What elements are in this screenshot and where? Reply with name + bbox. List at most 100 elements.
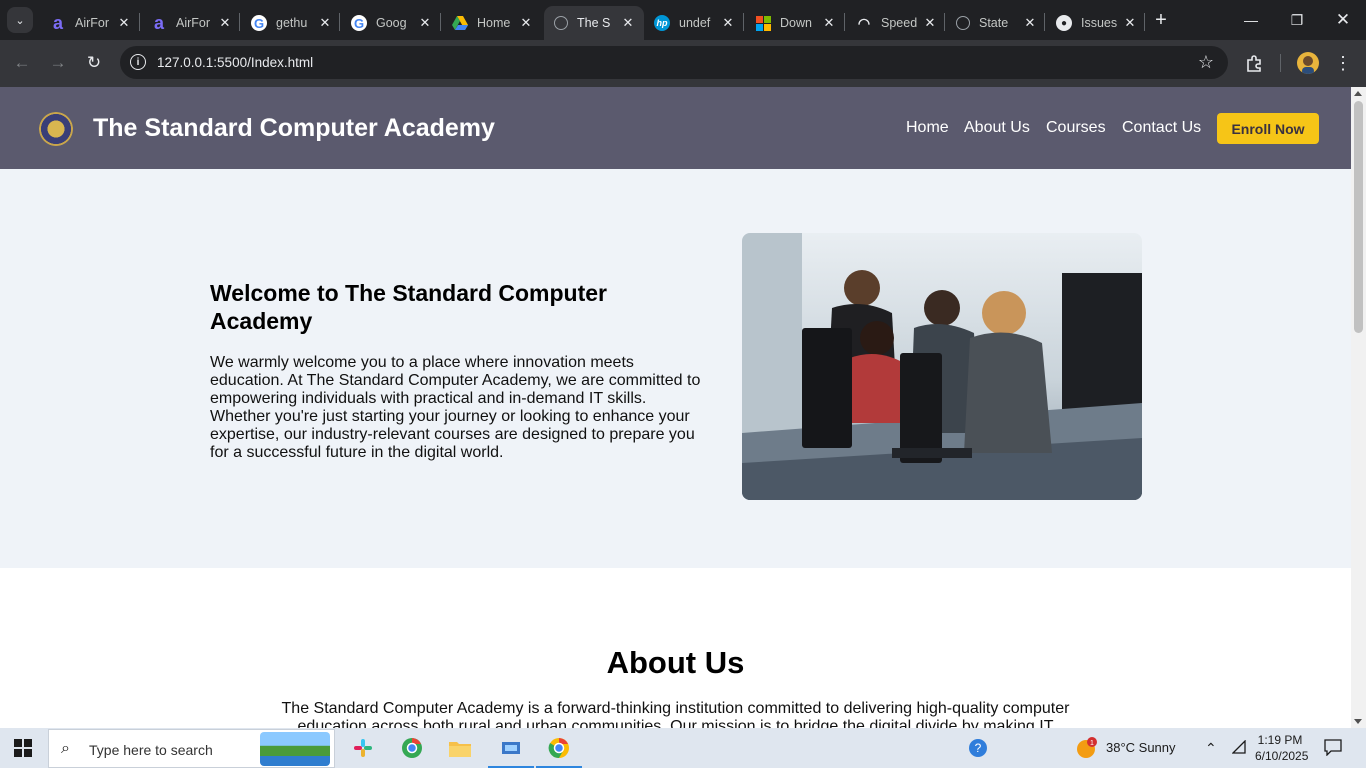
chrome-profile-app-icon[interactable] <box>389 728 435 768</box>
extensions-icon[interactable] <box>1241 50 1267 76</box>
tab-title: Speed <box>881 16 918 30</box>
hero-section: Welcome to The Standard Computer Academy… <box>0 169 1351 568</box>
tab-title: undef <box>679 16 711 30</box>
tab-title: AirFor <box>75 16 110 30</box>
tab-drive-home[interactable]: Home ✕ <box>442 6 542 40</box>
tab-title: Home <box>477 16 511 30</box>
new-tab-button[interactable]: + <box>1150 8 1172 32</box>
nav-about-link[interactable]: About Us <box>964 119 1030 137</box>
windows-taskbar: ⌕ Type here to search ? 1 38°C Sunny ⌃ 1… <box>0 728 1366 768</box>
tab-title: gethu <box>276 16 308 30</box>
close-tab-icon[interactable]: ✕ <box>116 15 132 31</box>
scroll-up-arrow-icon[interactable] <box>1354 91 1362 96</box>
close-tab-icon[interactable]: ✕ <box>417 15 433 31</box>
search-icon: ⌕ <box>61 740 70 757</box>
close-tab-icon[interactable]: ✕ <box>620 15 636 31</box>
close-tab-icon[interactable]: ✕ <box>1122 15 1138 31</box>
taskbar-search-box[interactable]: ⌕ Type here to search <box>48 729 335 768</box>
close-tab-icon[interactable]: ✕ <box>922 15 938 31</box>
tab-hp[interactable]: hp undef ✕ <box>644 6 744 40</box>
tab-gethub[interactable]: G gethu ✕ <box>241 6 341 40</box>
search-highlight-image[interactable] <box>260 732 330 766</box>
search-placeholder: Type here to search <box>89 742 213 758</box>
close-window-button[interactable]: ✕ <box>1320 0 1366 40</box>
tab-title: The S <box>577 16 611 30</box>
help-icon[interactable]: ? <box>967 737 989 762</box>
scroll-down-arrow-icon[interactable] <box>1354 719 1362 724</box>
nav-courses-link[interactable]: Courses <box>1046 119 1106 137</box>
slack-app-icon[interactable] <box>340 728 386 768</box>
svg-text:?: ? <box>975 741 982 755</box>
network-icon[interactable] <box>1231 739 1248 757</box>
airform-icon: a <box>153 12 164 33</box>
restore-button[interactable]: ❐ <box>1274 0 1320 40</box>
tab-airform-2[interactable]: a AirFor ✕ <box>141 6 241 40</box>
profile-avatar[interactable] <box>1297 52 1319 74</box>
clock-time: 1:19 PM <box>1257 733 1303 747</box>
page-scrollbar[interactable] <box>1351 87 1366 728</box>
back-button[interactable]: ← <box>9 50 35 76</box>
editor-app-icon[interactable] <box>488 728 534 768</box>
site-header: The Standard Computer Academy Home About… <box>0 87 1351 169</box>
url-text[interactable]: 127.0.0.1:5500/Index.html <box>157 55 313 70</box>
close-tab-icon[interactable]: ✕ <box>720 15 736 31</box>
students-at-computers-image <box>742 233 1142 500</box>
tab-active-site[interactable]: The S ✕ <box>544 6 644 40</box>
site-info-icon[interactable]: i <box>130 54 146 70</box>
close-tab-icon[interactable]: ✕ <box>317 15 333 31</box>
clock[interactable]: 1:19 PM 6/10/2025 <box>1255 732 1309 764</box>
hero-title: Welcome to The Standard Computer Academy <box>210 280 608 334</box>
reload-button[interactable]: ↻ <box>81 50 107 76</box>
weather-text[interactable]: 38°C Sunny <box>1106 740 1176 755</box>
tab-google[interactable]: G Goog ✕ <box>341 6 441 40</box>
tab-state[interactable]: State ✕ <box>946 6 1046 40</box>
site-title[interactable]: The Standard Computer Academy <box>93 114 495 143</box>
tab-title: Goog <box>376 16 407 30</box>
close-tab-icon[interactable]: ✕ <box>821 15 837 31</box>
file-explorer-icon[interactable] <box>437 728 483 768</box>
hero-text: We warmly welcome you to a place where i… <box>210 354 701 461</box>
google-icon: G <box>251 15 267 31</box>
hp-icon: hp <box>654 15 670 31</box>
page-viewport: The Standard Computer Academy Home About… <box>0 87 1351 728</box>
menu-icon[interactable]: ⋮ <box>1330 50 1356 76</box>
about-heading: About Us <box>606 645 745 680</box>
minimize-button[interactable]: — <box>1228 0 1274 40</box>
enroll-now-button[interactable]: Enroll Now <box>1217 113 1319 144</box>
github-icon: ● <box>1056 15 1072 31</box>
windows-start-icon[interactable] <box>14 739 32 757</box>
tab-microsoft-download[interactable]: Down ✕ <box>745 6 845 40</box>
tab-strip: ⌄ a AirFor ✕ a AirFor ✕ G gethu ✕ G Goog… <box>0 0 1366 40</box>
weather-icon[interactable]: 1 <box>1076 737 1098 762</box>
tab-airform-1[interactable]: a AirFor ✕ <box>40 6 140 40</box>
show-hidden-icons-chevron-icon[interactable]: ⌃ <box>1205 740 1217 757</box>
bookmark-star-icon[interactable]: ☆ <box>1198 52 1214 73</box>
airform-icon: a <box>52 12 63 33</box>
address-bar[interactable]: i 127.0.0.1:5500/Index.html ☆ <box>120 46 1228 79</box>
google-icon: G <box>351 15 367 31</box>
clock-date: 6/10/2025 <box>1255 749 1309 763</box>
tab-title: AirFor <box>176 16 211 30</box>
google-drive-icon <box>452 15 468 31</box>
scroll-thumb[interactable] <box>1354 101 1363 333</box>
academy-logo[interactable] <box>39 112 73 146</box>
tab-search-button[interactable]: ⌄ <box>7 7 33 33</box>
about-text: The Standard Computer Academy is a forwa… <box>281 700 1070 728</box>
forward-button[interactable]: → <box>45 50 71 76</box>
speedtest-icon: ◠ <box>857 14 871 31</box>
tab-github-issues[interactable]: ● Issues ✕ <box>1046 6 1146 40</box>
chrome-app-icon[interactable] <box>536 728 582 768</box>
nav-home-link[interactable]: Home <box>906 119 949 137</box>
tab-title: Issues <box>1081 16 1118 30</box>
close-tab-icon[interactable]: ✕ <box>518 15 534 31</box>
globe-icon <box>956 16 970 30</box>
tab-title: State <box>979 16 1009 30</box>
browser-toolbar: ← → ↻ i 127.0.0.1:5500/Index.html ☆ ⋮ <box>0 40 1366 87</box>
nav-contact-link[interactable]: Contact Us <box>1122 119 1201 137</box>
close-tab-icon[interactable]: ✕ <box>1022 15 1038 31</box>
close-tab-icon[interactable]: ✕ <box>217 15 233 31</box>
microsoft-icon <box>755 15 771 31</box>
notifications-icon[interactable] <box>1324 738 1342 759</box>
tab-speedtest[interactable]: ◠ Speed ✕ <box>846 6 946 40</box>
tab-title: Down <box>780 16 812 30</box>
